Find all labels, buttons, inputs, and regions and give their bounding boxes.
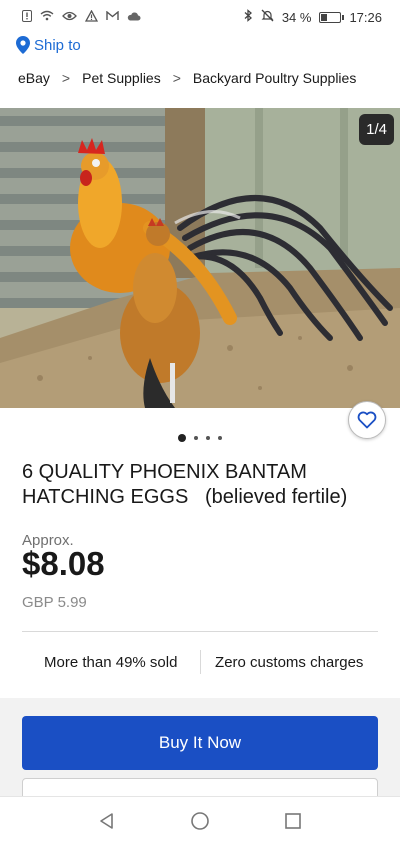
notification-icon: [22, 9, 32, 25]
back-icon[interactable]: [95, 809, 119, 833]
bluetooth-icon: [244, 9, 253, 25]
breadcrumb-item-pet-supplies[interactable]: Pet Supplies: [82, 70, 161, 86]
breadcrumb-item-ebay[interactable]: eBay: [18, 70, 50, 86]
buy-it-now-button[interactable]: Buy It Now: [22, 716, 378, 770]
listing-highlights: More than 49% sold Zero customs charges: [22, 648, 378, 676]
breadcrumb: eBay > Pet Supplies > Backyard Poultry S…: [18, 70, 390, 86]
ship-to-link[interactable]: Ship to: [16, 36, 81, 54]
battery-icon: [319, 11, 345, 23]
listing-title: 6 QUALITY PHOENIX BANTAM HATCHING EGGS (…: [22, 461, 348, 508]
chevron-right-icon: >: [61, 70, 71, 86]
heart-icon: [357, 411, 377, 429]
status-right: 34 % 17:26: [244, 9, 382, 25]
clock: 17:26: [349, 9, 382, 25]
gmail-icon: [106, 10, 119, 24]
chevron-right-icon: >: [172, 70, 181, 86]
breadcrumb-item-backyard-poultry[interactable]: Backyard Poultry Supplies: [193, 70, 356, 86]
pagination-dot[interactable]: [206, 436, 210, 440]
image-counter: 1/4: [359, 114, 394, 145]
customs-charges: Zero customs charges: [215, 653, 364, 671]
ship-to-label: Ship to: [34, 36, 81, 54]
warning-icon: [84, 9, 99, 25]
eye-icon: [62, 10, 77, 24]
image-pagination: [0, 434, 400, 442]
recent-apps-icon[interactable]: [281, 809, 305, 833]
price: $8.08: [22, 545, 105, 582]
mute-icon: [261, 9, 274, 25]
system-navigation-bar: [0, 796, 400, 844]
pagination-dot[interactable]: [194, 436, 198, 440]
cloud-icon: [127, 10, 141, 24]
sold-percentage: More than 49% sold: [44, 653, 178, 671]
battery-level: [321, 13, 328, 21]
original-price: GBP 5.99: [22, 594, 87, 611]
divider: [22, 631, 378, 632]
status-bar: 34 % 17:26: [0, 0, 400, 34]
product-image[interactable]: [0, 108, 400, 408]
battery-percent: 34 %: [281, 9, 312, 25]
wifi-icon: [40, 10, 54, 24]
home-icon[interactable]: [188, 809, 212, 833]
location-pin-icon: [16, 36, 30, 54]
pagination-dot-active[interactable]: [178, 434, 186, 442]
pagination-dot[interactable]: [218, 436, 222, 440]
rooster-photo: [0, 108, 400, 408]
product-page: 34 % 17:26 Ship to eBay > Pet Supplies >…: [0, 0, 400, 844]
status-left-icons: [22, 9, 141, 25]
